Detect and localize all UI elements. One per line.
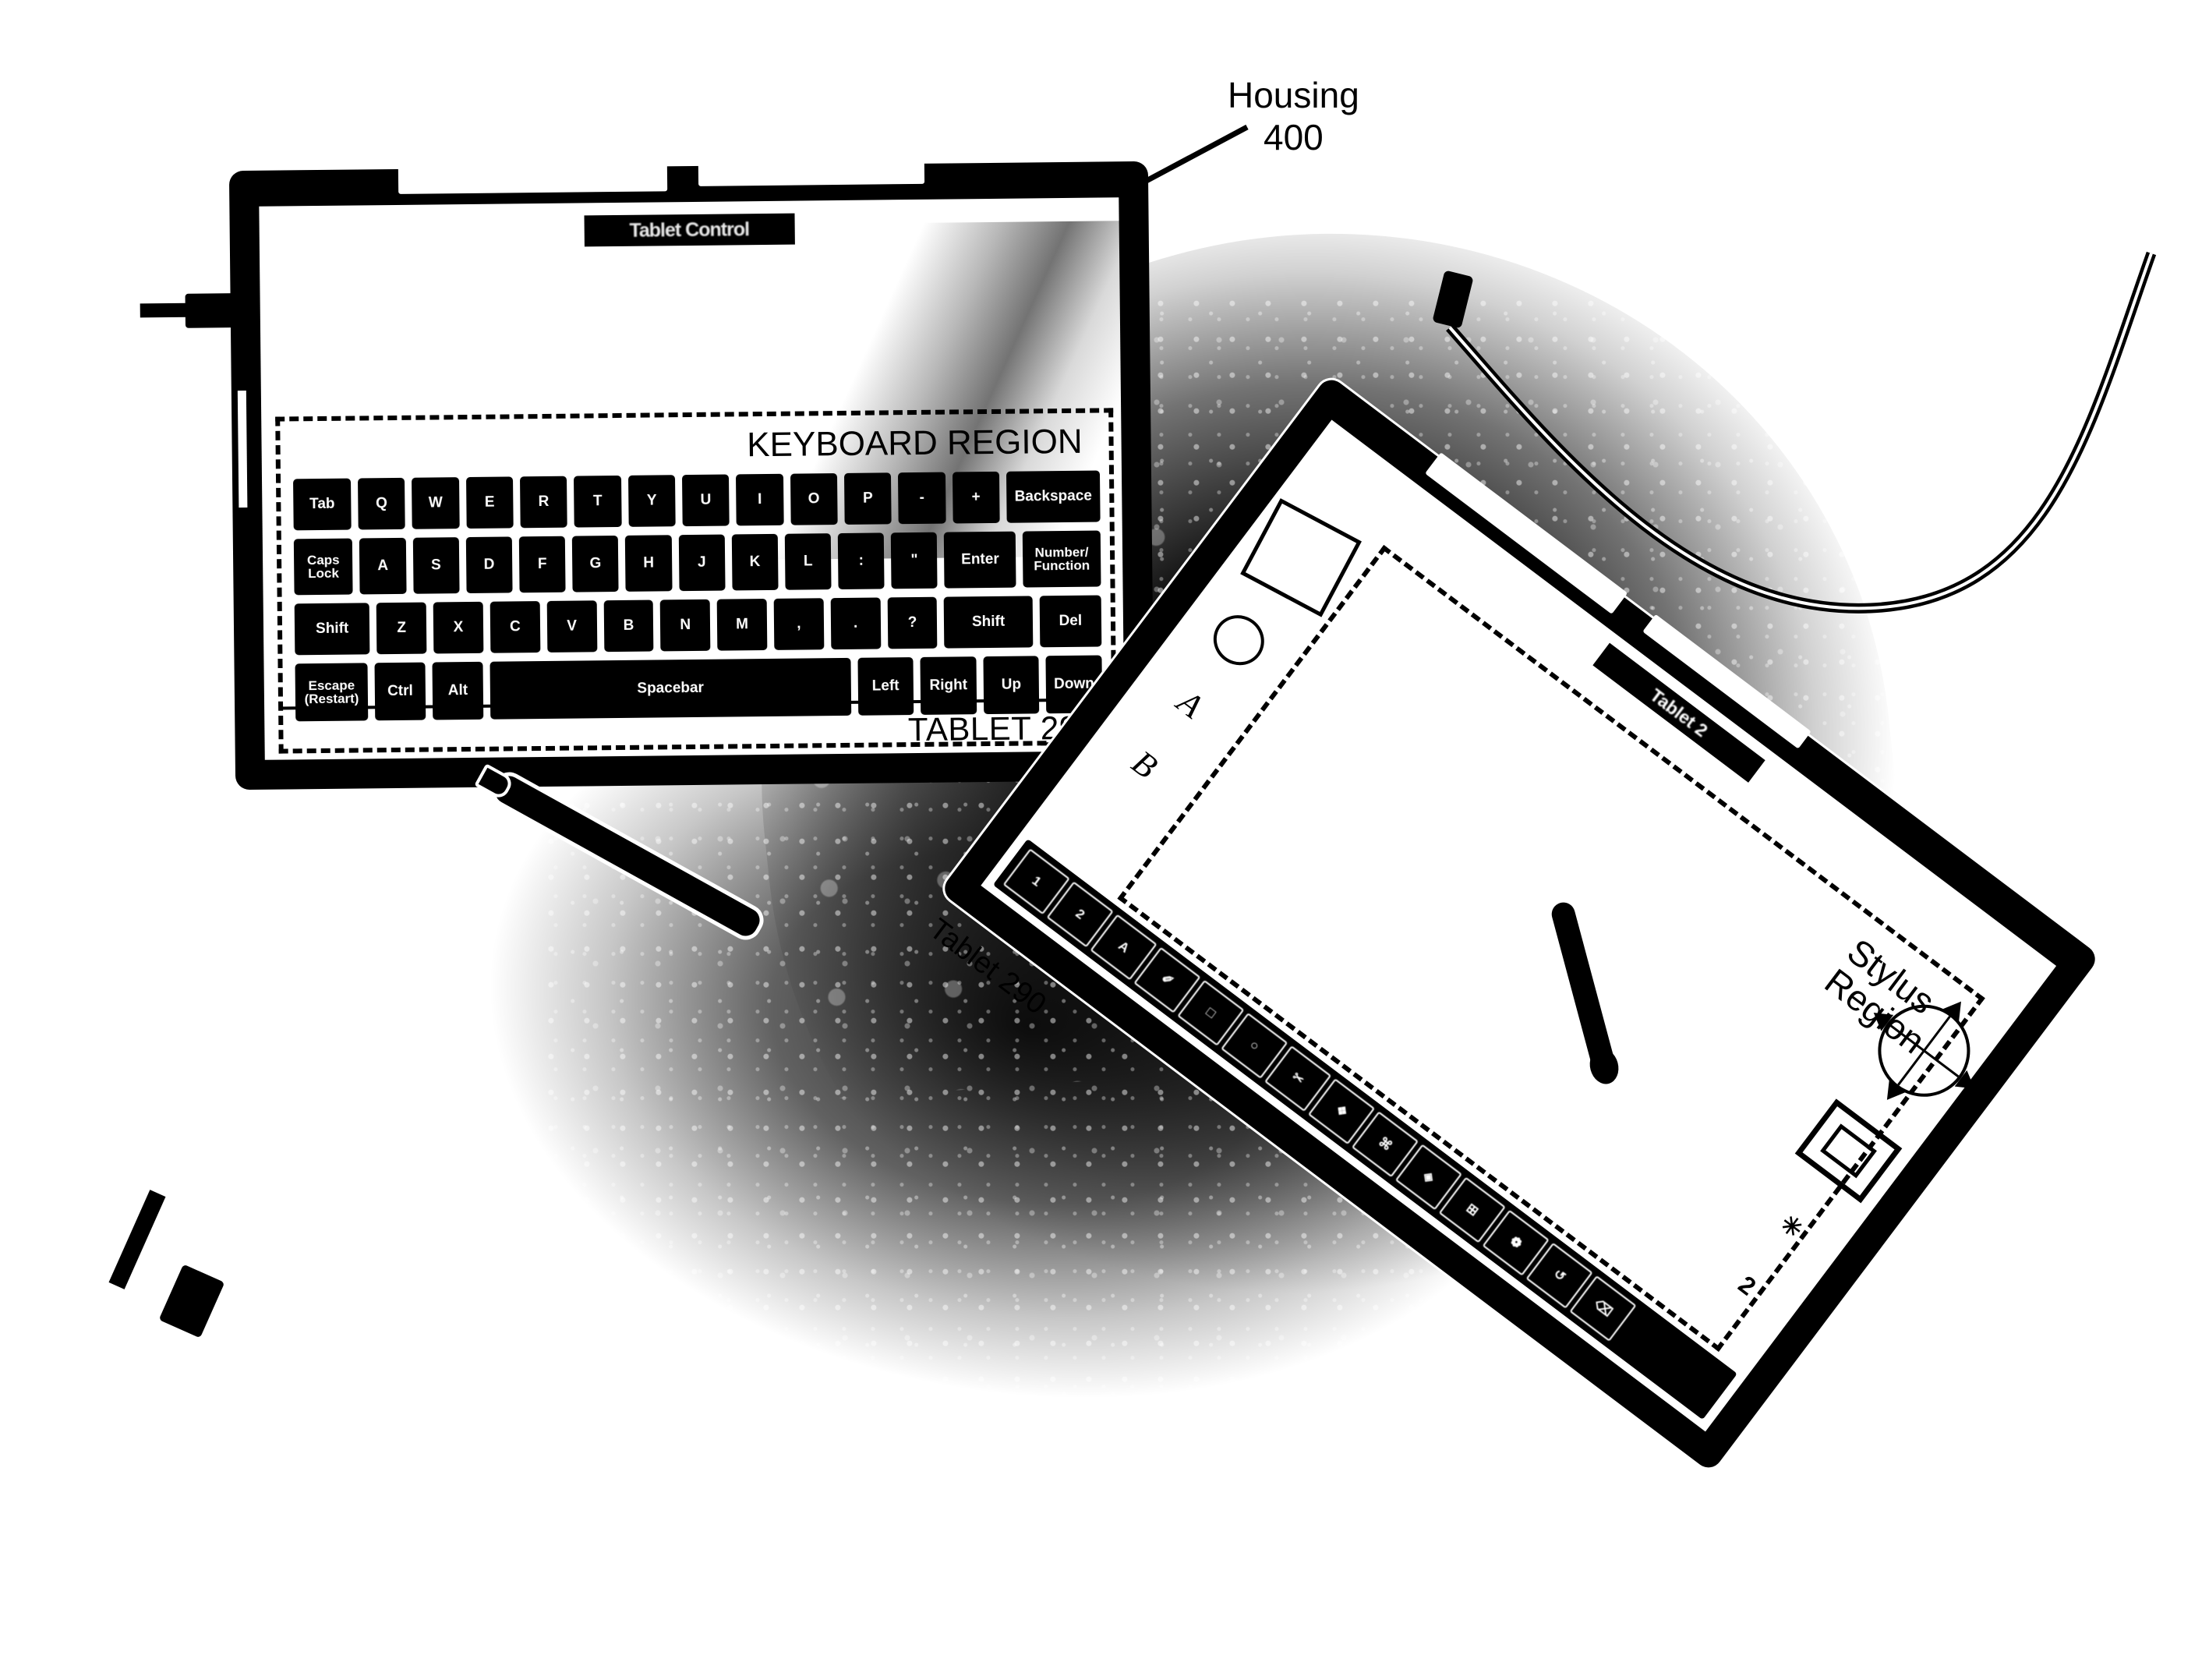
key-k[interactable]: K — [731, 533, 779, 591]
key-b[interactable]: B — [603, 599, 654, 653]
key-[interactable]: " — [891, 532, 938, 589]
key-tab[interactable]: Tab — [293, 478, 352, 531]
tablet-keyboard-screen[interactable]: Tablet Control KEYBOARD REGION Tab Q W E R T Y… — [259, 197, 1131, 760]
patent-figure-canvas: Housing 400 Tablet Control KEYBOARD REGI… — [0, 0, 2209, 1680]
key-w[interactable]: W — [412, 477, 460, 529]
key-[interactable]: - — [898, 472, 946, 525]
window-icon-inner — [1820, 1123, 1877, 1179]
number-two-glyph[interactable]: 2 — [1733, 1270, 1762, 1301]
key-e[interactable]: E — [465, 476, 514, 529]
key-[interactable]: . — [830, 597, 881, 650]
tablet-keyboard-top-notch — [398, 163, 668, 194]
key-shift[interactable]: Shift — [294, 603, 370, 656]
key-[interactable]: + — [952, 471, 1000, 524]
callout-housing-label: Housing — [1228, 75, 1359, 115]
key-right[interactable]: Right — [920, 656, 977, 715]
key-number-function[interactable]: Number/Function — [1022, 530, 1101, 588]
key-[interactable]: ? — [887, 596, 938, 649]
key-v[interactable]: V — [546, 600, 597, 653]
key-alt[interactable]: Alt — [432, 661, 484, 720]
key-x[interactable]: X — [433, 601, 484, 654]
key-backspace[interactable]: Backspace — [1006, 470, 1101, 523]
key-caps-lock[interactable]: Caps Lock — [293, 538, 353, 596]
key-s[interactable]: S — [412, 537, 460, 594]
key-ctrl[interactable]: Ctrl — [374, 662, 426, 721]
keyboard-row: Tab Q W E R T Y U I O P - + Backspace — [293, 470, 1101, 531]
key-r[interactable]: R — [519, 476, 567, 529]
letter-a-glyph[interactable]: A — [1170, 682, 1211, 727]
tablet-keyboard-title-bar: Tablet Control — [583, 213, 795, 247]
tablet-keyboard-device[interactable]: Tablet Control KEYBOARD REGION Tab Q W E R T Y… — [140, 160, 1154, 789]
key-shift[interactable]: Shift — [944, 596, 1034, 649]
key-j[interactable]: J — [678, 534, 726, 592]
key-escape-restart[interactable]: Escape (Restart) — [295, 663, 369, 722]
tablet-keyboard-top-notch-secondary — [698, 160, 925, 186]
key-t[interactable]: T — [574, 475, 622, 528]
key-a[interactable]: A — [359, 537, 407, 595]
tablet-keyboard-title-text: Tablet Control — [629, 218, 750, 242]
key-up[interactable]: Up — [983, 656, 1040, 715]
tablet-keyboard-side-button[interactable] — [237, 390, 248, 508]
key-[interactable]: , — [773, 598, 825, 650]
keyboard-row: Caps Lock A S D F G H J K L: " Enter Number/Function — [293, 530, 1101, 596]
tablet-keyboard-side-port — [185, 293, 237, 328]
connector-plug-body — [158, 1264, 225, 1339]
keyboard-row: Shift Z X C V B N M,.? Shift Del — [294, 595, 1102, 656]
key-g[interactable]: G — [571, 535, 619, 592]
key-f[interactable]: F — [518, 536, 566, 593]
key-m[interactable]: M — [716, 599, 768, 651]
key-enter[interactable]: Enter — [944, 531, 1016, 589]
tablet-keyboard-device-label-prefix: TABLET — [907, 709, 1041, 748]
key-h[interactable]: H — [625, 535, 673, 592]
connector-plug-pin — [108, 1190, 166, 1289]
letter-b-glyph[interactable]: B — [1124, 742, 1165, 787]
key-y[interactable]: Y — [627, 475, 676, 527]
key-[interactable]: : — [837, 532, 885, 590]
stylus-pen-illustration — [1549, 900, 1614, 1065]
key-del[interactable]: Del — [1039, 595, 1102, 648]
keyboard-rows-container: Tab Q W E R T Y U I O P - + Backspace Caps Lock A S D F G H J K… — [293, 470, 1103, 730]
key-i[interactable]: I — [736, 473, 784, 526]
keyboard-region-title: KEYBOARD REGION — [747, 422, 1083, 465]
circle-shape-icon[interactable] — [1203, 604, 1274, 675]
key-p[interactable]: P — [843, 472, 892, 525]
key-d[interactable]: D — [465, 536, 513, 594]
key-c[interactable]: C — [490, 601, 541, 653]
key-left[interactable]: Left — [857, 657, 914, 716]
callout-housing-number: 400 — [1264, 117, 1324, 158]
tablet-stylus-title-text: Tablet 2 — [1646, 684, 1712, 741]
key-spacebar[interactable]: Spacebar — [490, 657, 851, 720]
brush-icon[interactable]: ✳ — [1775, 1208, 1809, 1244]
key-l[interactable]: L — [784, 533, 832, 590]
callout-housing: Housing 400 — [1228, 74, 1359, 159]
window-icon[interactable] — [1794, 1098, 1903, 1204]
key-o[interactable]: O — [790, 473, 838, 525]
key-u[interactable]: U — [681, 474, 730, 527]
tablet-keyboard-port-bar — [140, 302, 189, 318]
key-q[interactable]: Q — [357, 477, 406, 530]
key-n[interactable]: N — [660, 599, 711, 652]
key-z[interactable]: Z — [376, 602, 427, 655]
